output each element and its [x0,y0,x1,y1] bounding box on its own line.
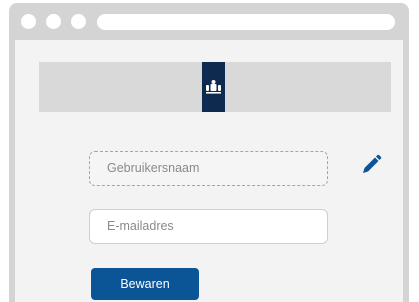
save-button[interactable]: Bewaren [91,268,199,300]
window-control-dot[interactable] [21,14,36,29]
window-control-dot[interactable] [46,14,61,29]
email-field[interactable]: E-mailadres [89,209,328,244]
page-content: Gebruikersnaam E-mailadres Bewaren [15,40,403,302]
pencil-icon[interactable] [360,154,382,176]
coat-of-arms-icon [206,80,221,94]
site-header [39,62,391,112]
site-logo [202,62,225,112]
address-bar[interactable] [97,14,395,30]
window-control-dot[interactable] [71,14,86,29]
browser-titlebar [9,3,409,40]
username-field[interactable]: Gebruikersnaam [89,151,328,186]
browser-window: Gebruikersnaam E-mailadres Bewaren [9,3,409,302]
